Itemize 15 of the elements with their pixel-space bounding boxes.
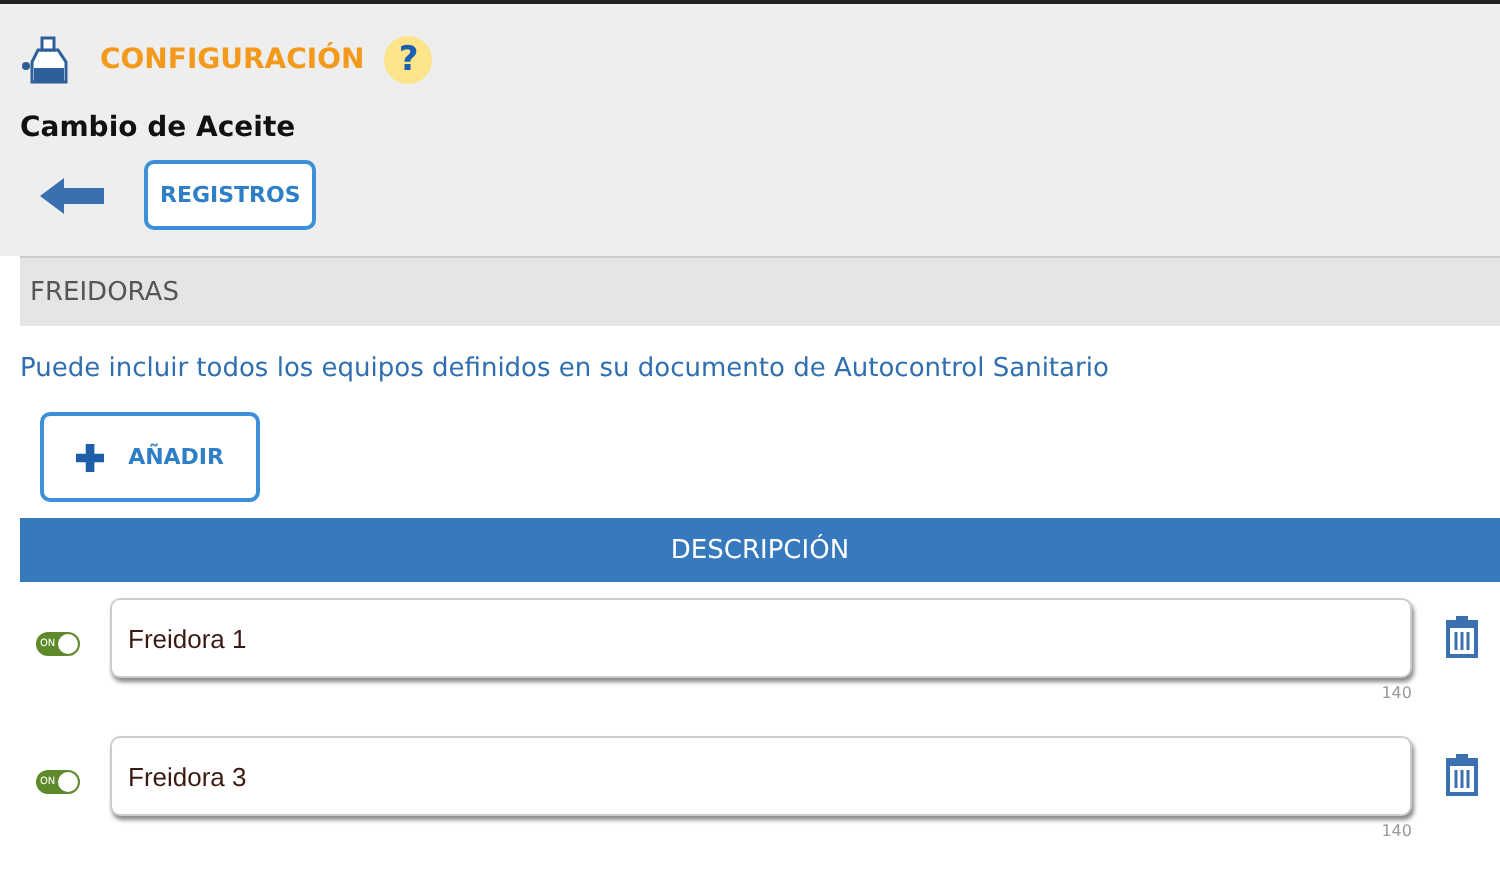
section-header: FREIDORAS: [20, 256, 1500, 326]
hint-text: Puede incluir todos los equipos definidos en su documento de Autocontrol Sanitario: [20, 354, 1111, 384]
description-field[interactable]: Freidora 3: [110, 736, 1412, 816]
description-field[interactable]: Freidora 1: [110, 598, 1412, 678]
page-subtitle: Cambio de Aceite: [20, 112, 298, 144]
help-button[interactable]: ?: [384, 36, 433, 84]
trash-icon[interactable]: [1444, 614, 1480, 658]
trash-icon[interactable]: [1444, 752, 1480, 796]
character-counter: 140: [1381, 822, 1412, 840]
registros-button[interactable]: REGISTROS: [144, 160, 317, 230]
back-arrow-icon[interactable]: [40, 175, 104, 215]
column-header: DESCRIPCIÓN: [20, 518, 1500, 582]
add-button[interactable]: AÑADIR: [40, 412, 260, 502]
character-counter: 140: [1381, 684, 1412, 702]
page-title: CONFIGURACIÓN: [100, 44, 365, 76]
